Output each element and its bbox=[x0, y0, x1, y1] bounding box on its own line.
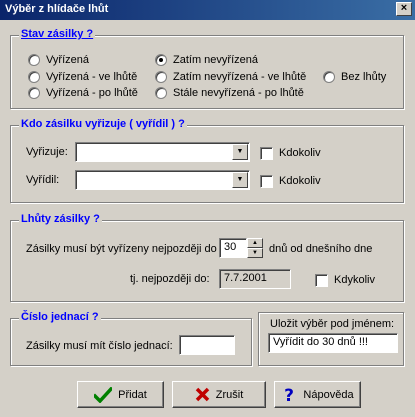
radio-circle bbox=[28, 54, 40, 66]
cancel-button[interactable]: Zrušit bbox=[172, 381, 266, 408]
cancel-button-label: Zrušit bbox=[215, 388, 244, 401]
radio-circle-selected bbox=[155, 54, 167, 66]
add-button-label: Přidat bbox=[118, 388, 147, 401]
date-label: tj. nejpozději do: bbox=[130, 273, 210, 285]
checkbox-box bbox=[260, 146, 273, 160]
kdokoliv-checkbox-2[interactable]: Kdokoliv bbox=[260, 174, 321, 188]
spin-down-button[interactable]: ▼ bbox=[247, 248, 263, 258]
reference-input[interactable] bbox=[179, 335, 235, 355]
radio-circle bbox=[155, 71, 167, 83]
checkbox-label: Kdykoliv bbox=[334, 274, 375, 286]
help-button[interactable]: ? Nápověda bbox=[274, 381, 361, 408]
deadline-suffix-label: dnů od dnešního dne bbox=[269, 243, 373, 255]
radio-circle bbox=[323, 71, 335, 83]
vyridil-dropdown-button[interactable]: ▼ bbox=[232, 172, 248, 188]
cross-icon bbox=[195, 387, 209, 402]
vyrizuje-combo[interactable] bbox=[75, 142, 250, 162]
checkbox-box bbox=[260, 174, 273, 188]
radio-label: Vyřízená bbox=[46, 54, 90, 66]
spin-up-button[interactable]: ▲ bbox=[247, 238, 263, 248]
checkmark-icon bbox=[94, 386, 113, 403]
days-spinner[interactable]: ▲ ▼ bbox=[247, 238, 263, 258]
deadline-group: Lhůty zásilky ? bbox=[10, 213, 404, 302]
radio-circle bbox=[28, 87, 40, 99]
handler-group: Kdo zásilku vyřizuje ( vyřídil ) ? bbox=[10, 118, 404, 203]
reference-legend: Číslo jednací ? bbox=[19, 311, 101, 323]
handler-legend: Kdo zásilku vyřizuje ( vyřídil ) ? bbox=[19, 118, 187, 130]
vyridil-combo[interactable] bbox=[75, 170, 250, 190]
deadline-legend: Lhůty zásilky ? bbox=[19, 213, 102, 225]
radio-label: Zatím nevyřízená bbox=[173, 54, 258, 66]
svg-text:?: ? bbox=[284, 386, 294, 404]
vyrizuje-label: Vyřizuje: bbox=[26, 146, 68, 158]
radio-vyrizena[interactable]: Vyřízená bbox=[28, 53, 89, 67]
days-input[interactable]: 30 bbox=[219, 238, 247, 258]
vyridil-label: Vyřídil: bbox=[26, 174, 60, 186]
kdykoliv-checkbox[interactable]: Kdykoliv bbox=[315, 273, 375, 287]
add-button[interactable]: Přidat bbox=[77, 381, 164, 408]
title-bar: Výběr z hlídače lhůt × bbox=[0, 0, 415, 20]
deadline-prefix-label: Zásilky musí být vyřízeny nejpozději do bbox=[26, 243, 217, 255]
question-mark-icon: ? bbox=[284, 386, 294, 404]
window-title: Výběr z hlídače lhůt bbox=[5, 3, 109, 15]
radio-circle bbox=[28, 71, 40, 83]
checkbox-label: Kdokoliv bbox=[279, 147, 321, 159]
radio-vyrizena-po-lhute[interactable]: Vyřízená - po lhůtě bbox=[28, 86, 138, 100]
radio-zatim-nevyrizena-ve-lhute[interactable]: Zatím nevyřízená - ve lhůtě bbox=[155, 70, 306, 84]
kdokoliv-checkbox-1[interactable]: Kdokoliv bbox=[260, 146, 321, 160]
date-value: 7.7.2001 bbox=[219, 269, 291, 289]
radio-zatim-nevyrizena[interactable]: Zatím nevyřízená bbox=[155, 53, 258, 67]
reference-label: Zásilky musí mít číslo jednací: bbox=[26, 340, 173, 352]
vyrizuje-dropdown-button[interactable]: ▼ bbox=[232, 144, 248, 160]
radio-label: Stále nevyřízená - po lhůtě bbox=[173, 87, 304, 99]
save-name-input[interactable]: Vyřídit do 30 dnů !!! bbox=[268, 333, 398, 353]
radio-vyrizena-ve-lhute[interactable]: Vyřízená - ve lhůtě bbox=[28, 70, 137, 84]
checkbox-box bbox=[315, 273, 328, 287]
radio-label: Vyřízená - po lhůtě bbox=[46, 87, 138, 99]
radio-circle bbox=[155, 87, 167, 99]
save-name-label: Uložit výběr pod jménem: bbox=[270, 318, 395, 330]
radio-label: Zatím nevyřízená - ve lhůtě bbox=[173, 71, 307, 83]
radio-bez-lhuty[interactable]: Bez lhůty bbox=[323, 70, 386, 84]
help-button-label: Nápověda bbox=[303, 388, 354, 401]
checkbox-label: Kdokoliv bbox=[279, 175, 321, 187]
close-button[interactable]: × bbox=[396, 2, 412, 16]
radio-label: Vyřízená - ve lhůtě bbox=[46, 71, 138, 83]
radio-label: Bez lhůty bbox=[341, 71, 387, 83]
status-legend: Stav zásilky ? bbox=[19, 28, 96, 40]
radio-stale-nevyrizena-po-lhute[interactable]: Stále nevyřízená - po lhůtě bbox=[155, 86, 304, 100]
